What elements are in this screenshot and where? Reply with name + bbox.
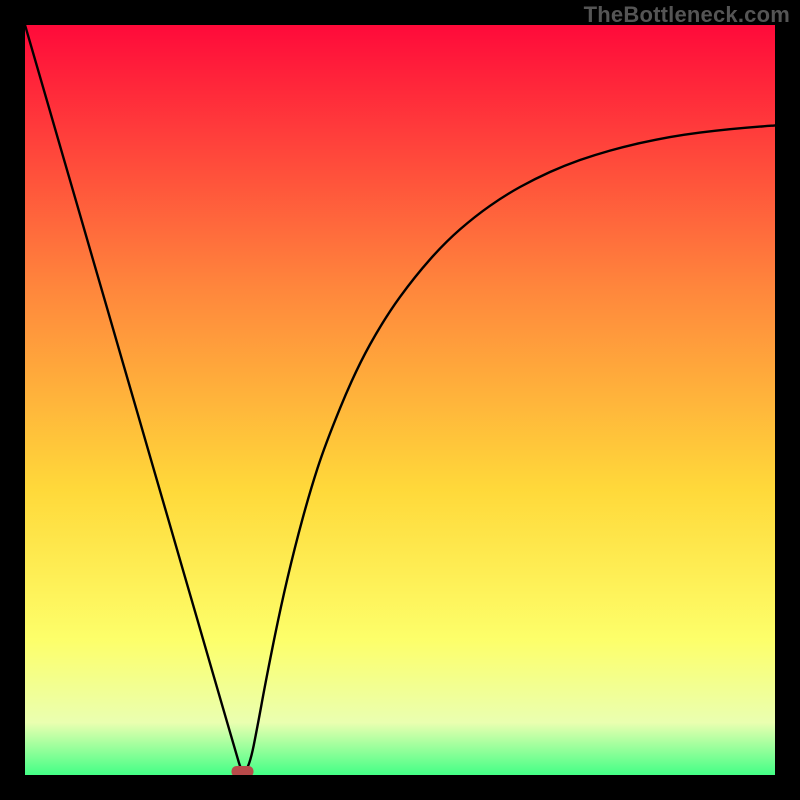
minimum-marker bbox=[232, 766, 254, 775]
plot-area bbox=[25, 25, 775, 775]
watermark-text: TheBottleneck.com bbox=[584, 2, 790, 28]
chart-outer-frame: TheBottleneck.com bbox=[0, 0, 800, 800]
chart-svg bbox=[25, 25, 775, 775]
